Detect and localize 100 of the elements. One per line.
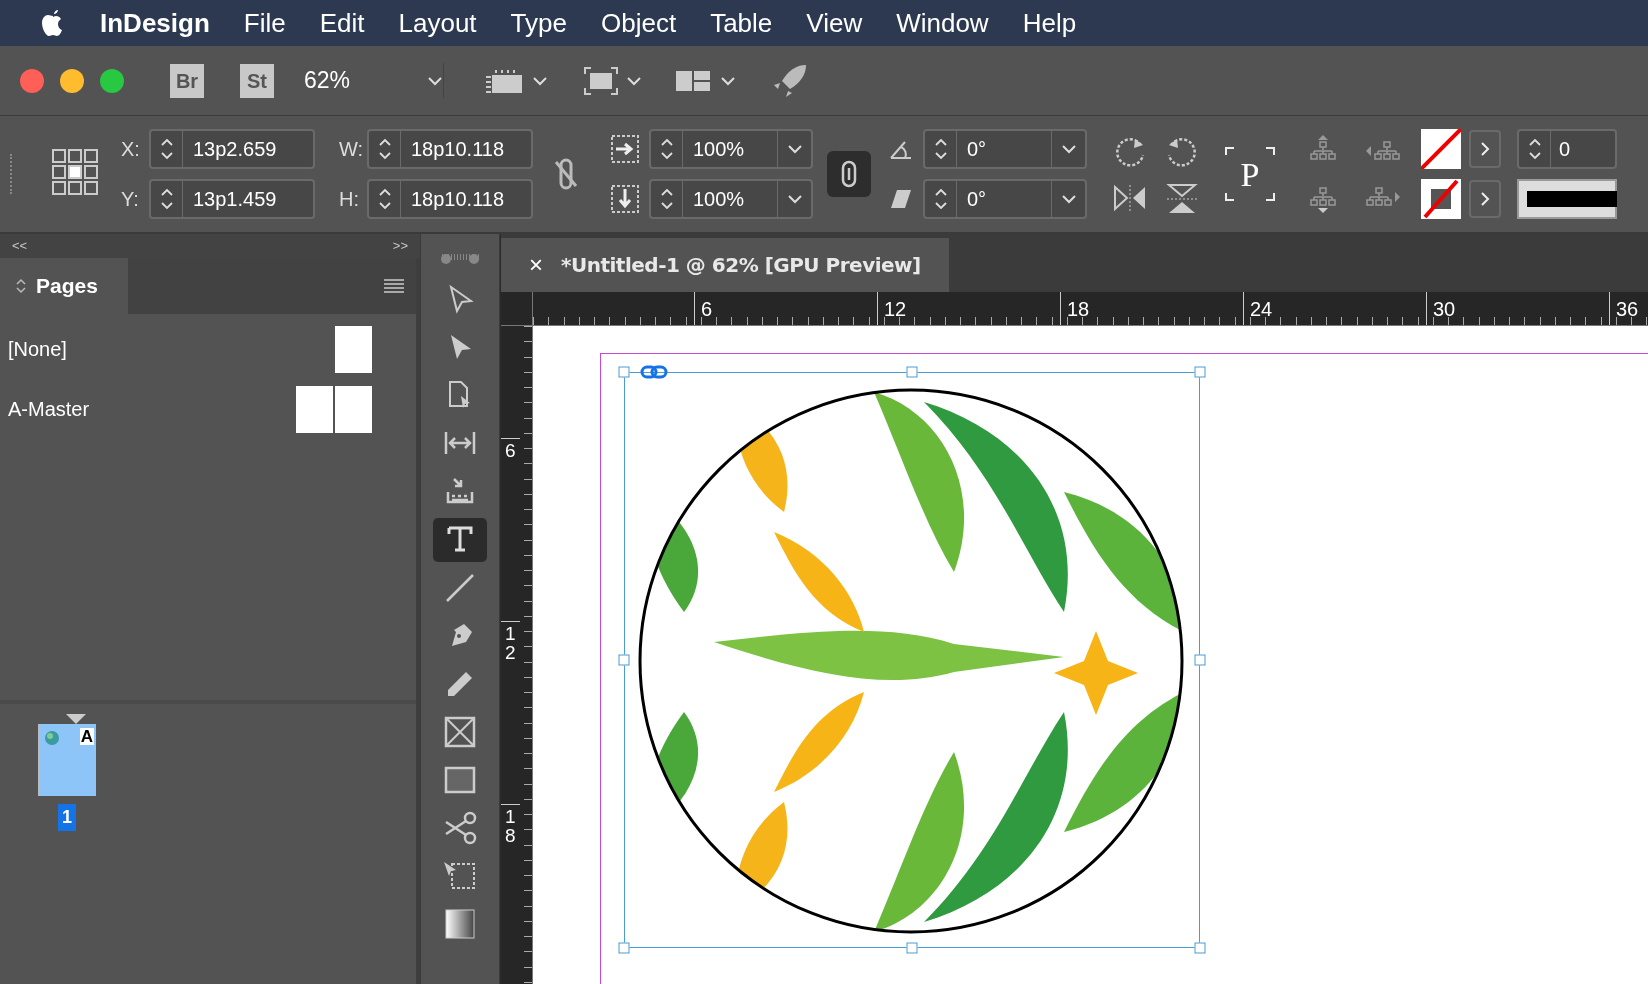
more-options-button[interactable] [1469,180,1501,218]
stepper-arrows-icon[interactable] [159,186,174,212]
field-label: H: [339,187,360,212]
chevron-down-icon[interactable] [786,144,803,154]
page-thumbnail[interactable]: A [38,724,96,796]
app-menu[interactable]: InDesign [100,3,210,43]
zoom-level-field[interactable]: 62% [304,63,351,98]
field-label: Y: [121,187,140,212]
stepper-arrows-icon[interactable] [659,136,674,162]
minimize-window-button[interactable] [60,68,84,93]
chain-link-icon [841,160,857,188]
chevron-down-icon[interactable] [1060,144,1077,154]
bridge-button[interactable]: Br [170,63,204,98]
stepper-arrows-icon[interactable] [377,136,392,162]
ruler-label: 12 [501,621,520,662]
stepper-arrows-icon[interactable] [377,186,392,212]
stepper-arrows-icon[interactable] [933,186,948,212]
ruler-label: 6 [501,438,520,460]
unlink-icon[interactable] [553,157,579,191]
panel-grip[interactable] [10,154,13,194]
expand-tools-button[interactable]: >> [392,236,408,256]
ruler-label: 18 [1060,292,1090,325]
resize-handle[interactable] [618,366,630,378]
rocket-icon[interactable] [772,62,808,99]
resize-handle[interactable] [906,366,918,378]
rotation-angle-field[interactable]: 0° [923,129,1087,169]
rotate-clockwise-icon[interactable] [1113,135,1147,169]
y-position-field[interactable]: 13p1.459 [149,179,315,219]
menu-item[interactable]: Window [896,3,989,43]
stepper-arrows-icon[interactable] [933,136,948,162]
frame-type-indicator: P [1240,154,1260,195]
height-field[interactable]: 18p10.118 [367,179,533,219]
zoom-window-button[interactable] [100,68,124,93]
constrain-proportions-button[interactable] [827,151,871,197]
panel-grip[interactable] [441,254,479,260]
close-window-button[interactable] [20,68,44,93]
master-row[interactable]: A-Master [0,384,372,434]
stroke-none-swatch-icon[interactable] [1421,179,1461,219]
link-badge-icon[interactable] [640,365,668,379]
stroke-style-icon[interactable] [1517,179,1617,219]
ruler-label: 36 [1609,292,1639,325]
resize-handle[interactable] [618,654,630,666]
resize-handle[interactable] [1194,366,1206,378]
graphic-thumbnail-icon [44,730,60,746]
menu-item[interactable]: Help [1022,3,1077,43]
shear-angle-field[interactable]: 0° [923,179,1087,219]
page-number-label[interactable]: 1 [58,804,76,831]
width-field[interactable]: 18p10.118 [367,129,533,169]
more-options-button[interactable] [1469,130,1501,168]
resize-handle[interactable] [1194,942,1206,954]
x-position-field[interactable]: 13p2.659 [149,129,315,169]
menu-item[interactable]: Table [710,3,773,43]
scale-y-field[interactable]: 100% [649,179,813,219]
stepper-arrows-icon[interactable] [659,186,674,212]
menu-item[interactable]: File [243,3,286,43]
stepper-arrows-icon[interactable] [159,136,174,162]
chevron-down-icon[interactable] [720,75,736,86]
stroke-weight-field[interactable]: 0 [1517,129,1617,169]
menu-item[interactable]: Type [510,3,567,43]
collapse-panels-button[interactable]: << [12,236,28,256]
menu-item[interactable]: View [806,3,863,43]
chevron-down-icon[interactable] [1060,194,1077,204]
field-label: X: [121,137,141,162]
chevron-down-icon[interactable] [626,75,642,86]
master-row[interactable]: [None] [0,324,372,374]
shear-icon [889,188,913,210]
document-tab[interactable]: × *Untitled-1 @ 62% [GPU Preview] [501,238,949,292]
resize-handle[interactable] [618,942,630,954]
tool-button[interactable] [433,518,487,562]
resize-handle[interactable] [906,942,918,954]
fill-none-swatch-icon[interactable] [1421,129,1461,169]
chevron-down-icon[interactable] [532,75,548,86]
layout-icon[interactable] [676,68,712,93]
close-tab-button[interactable]: × [529,247,543,283]
chevron-down-icon[interactable] [786,194,803,204]
scale-y-icon [611,185,639,213]
stepper-arrows-icon[interactable] [1527,136,1542,162]
chevron-right-icon [1480,141,1490,157]
ruler-label: 12 [877,292,907,325]
stock-button[interactable]: St [240,63,274,98]
flip-vertical-icon[interactable] [1165,183,1199,213]
chevron-down-icon[interactable] [427,75,443,86]
menu-item[interactable]: Edit [319,3,365,43]
ruler-label: 30 [1426,292,1456,325]
scale-x-field[interactable]: 100% [649,129,813,169]
resize-handle[interactable] [1194,654,1206,666]
sort-arrows-icon [16,278,26,294]
menu-icon[interactable] [384,279,404,293]
flip-horizontal-icon[interactable] [1113,183,1147,213]
single-page-thumbnail [335,325,372,373]
pages-tab[interactable]: Pages [0,258,128,314]
rotate-counterclockwise-icon[interactable] [1165,135,1199,169]
rectangle-frame-tool-icon [442,714,478,750]
field-label: W: [339,137,361,162]
menu-item[interactable]: Object [600,3,677,43]
ruler-label: 6 [694,292,713,325]
ruler-label: 18 [501,804,520,845]
menu-item[interactable]: Layout [398,3,477,43]
ruler-label: 24 [1243,292,1273,325]
screen-mode-icon[interactable] [584,66,618,95]
